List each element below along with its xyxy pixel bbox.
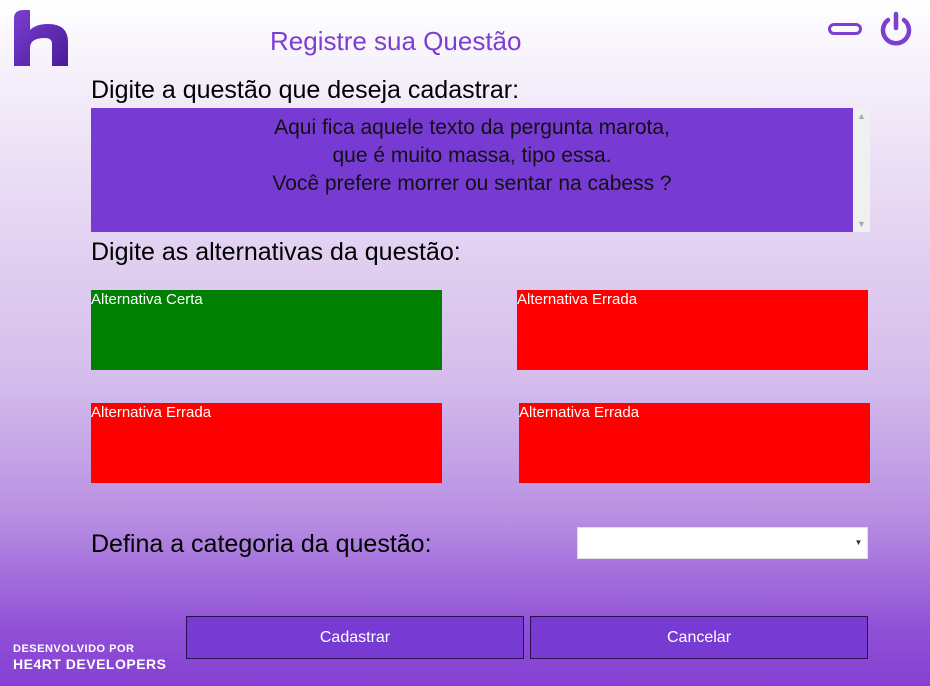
credit-line-1: DESENVOLVIDO POR	[13, 643, 135, 655]
category-select[interactable]: ▼	[577, 527, 868, 559]
alternative-wrong-input-1[interactable]: Alternativa Errada	[517, 290, 868, 370]
question-scrollbar[interactable]: ▲ ▼	[853, 108, 870, 232]
question-textarea[interactable]: Aqui fica aquele texto da pergunta marot…	[91, 108, 853, 232]
page-title: Registre sua Questão	[270, 26, 522, 56]
cancel-button[interactable]: Cancelar	[530, 616, 868, 659]
chevron-down-icon[interactable]: ▼	[850, 528, 867, 558]
alternative-correct-input[interactable]: Alternativa Certa	[91, 290, 442, 370]
developer-credit: DESENVOLVIDO POR HE4RT DEVELOPERS	[13, 642, 166, 671]
power-icon[interactable]	[878, 10, 914, 48]
scroll-down-icon[interactable]: ▼	[853, 216, 870, 232]
category-label: Defina a categoria da questão:	[91, 530, 432, 558]
logo-icon	[14, 10, 68, 66]
alternative-wrong-input-3[interactable]: Alternativa Errada	[519, 403, 870, 483]
save-button[interactable]: Cadastrar	[186, 616, 524, 659]
credit-line-2: HE4RT DEVELOPERS	[13, 656, 167, 672]
scroll-up-icon[interactable]: ▲	[853, 108, 870, 124]
alternatives-label: Digite as alternativas da questão:	[91, 238, 461, 266]
alternative-wrong-input-2[interactable]: Alternativa Errada	[91, 403, 442, 483]
question-label: Digite a questão que deseja cadastrar:	[91, 76, 520, 104]
minimize-button[interactable]	[828, 23, 862, 35]
